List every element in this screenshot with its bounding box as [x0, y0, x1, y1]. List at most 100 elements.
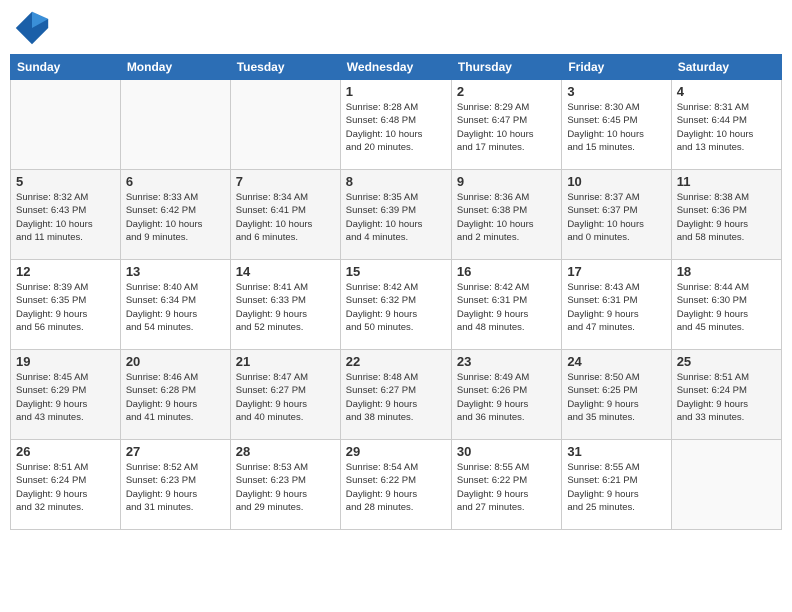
calendar-week-row: 1Sunrise: 8:28 AM Sunset: 6:48 PM Daylig…: [11, 80, 782, 170]
day-number: 31: [567, 444, 665, 459]
day-number: 3: [567, 84, 665, 99]
calendar-cell: [120, 80, 230, 170]
weekday-header-sunday: Sunday: [11, 55, 121, 80]
day-info: Sunrise: 8:31 AM Sunset: 6:44 PM Dayligh…: [677, 101, 776, 154]
day-number: 19: [16, 354, 115, 369]
day-number: 1: [346, 84, 446, 99]
calendar-cell: 14 Sunrise: 8:41 AM Sunset: 6:33 PM Dayli…: [230, 260, 340, 350]
calendar-cell: 18 Sunrise: 8:44 AM Sunset: 6:30 PM Dayli…: [671, 260, 781, 350]
calendar-cell: 8Sunrise: 8:35 AM Sunset: 6:39 PM Daylig…: [340, 170, 451, 260]
calendar-cell: 28 Sunrise: 8:53 AM Sunset: 6:23 PM Dayli…: [230, 440, 340, 530]
day-info: Sunrise: 8:42 AM Sunset: 6:31 PM Dayligh…: [457, 281, 556, 334]
day-number: 10: [567, 174, 665, 189]
calendar-cell: 4 Sunrise: 8:31 AM Sunset: 6:44 PM Daylig…: [671, 80, 781, 170]
page-header: [10, 10, 782, 46]
day-info: Sunrise: 8:41 AM Sunset: 6:33 PM Dayligh…: [236, 281, 335, 334]
calendar-cell: 20 Sunrise: 8:46 AM Sunset: 6:28 PM Dayli…: [120, 350, 230, 440]
calendar-cell: [11, 80, 121, 170]
day-number: 21: [236, 354, 335, 369]
calendar-week-row: 19 Sunrise: 8:45 AM Sunset: 6:29 PM Dayli…: [11, 350, 782, 440]
weekday-header-tuesday: Tuesday: [230, 55, 340, 80]
calendar-cell: 5 Sunrise: 8:32 AM Sunset: 6:43 PM Daylig…: [11, 170, 121, 260]
calendar-cell: 27 Sunrise: 8:52 AM Sunset: 6:23 PM Dayli…: [120, 440, 230, 530]
day-number: 24: [567, 354, 665, 369]
day-info: Sunrise: 8:34 AM Sunset: 6:41 PM Dayligh…: [236, 191, 335, 244]
day-info: Sunrise: 8:42 AM Sunset: 6:32 PM Dayligh…: [346, 281, 446, 334]
calendar-cell: 26 Sunrise: 8:51 AM Sunset: 6:24 PM Dayli…: [11, 440, 121, 530]
day-info: Sunrise: 8:54 AM Sunset: 6:22 PM Dayligh…: [346, 461, 446, 514]
calendar-cell: 9 Sunrise: 8:36 AM Sunset: 6:38 PM Daylig…: [451, 170, 561, 260]
calendar-cell: 6 Sunrise: 8:33 AM Sunset: 6:42 PM Daylig…: [120, 170, 230, 260]
calendar-cell: 29 Sunrise: 8:54 AM Sunset: 6:22 PM Dayli…: [340, 440, 451, 530]
day-number: 20: [126, 354, 225, 369]
day-number: 26: [16, 444, 115, 459]
day-info: Sunrise: 8:44 AM Sunset: 6:30 PM Dayligh…: [677, 281, 776, 334]
day-info: Sunrise: 8:33 AM Sunset: 6:42 PM Dayligh…: [126, 191, 225, 244]
day-info: Sunrise: 8:45 AM Sunset: 6:29 PM Dayligh…: [16, 371, 115, 424]
day-number: 29: [346, 444, 446, 459]
day-number: 28: [236, 444, 335, 459]
calendar-cell: 16 Sunrise: 8:42 AM Sunset: 6:31 PM Dayli…: [451, 260, 561, 350]
weekday-header-thursday: Thursday: [451, 55, 561, 80]
calendar-cell: 7 Sunrise: 8:34 AM Sunset: 6:41 PM Daylig…: [230, 170, 340, 260]
weekday-header-saturday: Saturday: [671, 55, 781, 80]
calendar-cell: 15 Sunrise: 8:42 AM Sunset: 6:32 PM Dayli…: [340, 260, 451, 350]
day-info: Sunrise: 8:39 AM Sunset: 6:35 PM Dayligh…: [16, 281, 115, 334]
day-info: Sunrise: 8:47 AM Sunset: 6:27 PM Dayligh…: [236, 371, 335, 424]
calendar-cell: 22 Sunrise: 8:48 AM Sunset: 6:27 PM Dayli…: [340, 350, 451, 440]
day-number: 7: [236, 174, 335, 189]
day-number: 9: [457, 174, 556, 189]
day-number: 18: [677, 264, 776, 279]
calendar-cell: 25Sunrise: 8:51 AM Sunset: 6:24 PM Dayli…: [671, 350, 781, 440]
calendar-cell: 13 Sunrise: 8:40 AM Sunset: 6:34 PM Dayli…: [120, 260, 230, 350]
calendar-cell: 3 Sunrise: 8:30 AM Sunset: 6:45 PM Daylig…: [562, 80, 671, 170]
day-info: Sunrise: 8:46 AM Sunset: 6:28 PM Dayligh…: [126, 371, 225, 424]
day-info: Sunrise: 8:55 AM Sunset: 6:21 PM Dayligh…: [567, 461, 665, 514]
day-number: 13: [126, 264, 225, 279]
day-number: 2: [457, 84, 556, 99]
day-info: Sunrise: 8:48 AM Sunset: 6:27 PM Dayligh…: [346, 371, 446, 424]
day-info: Sunrise: 8:29 AM Sunset: 6:47 PM Dayligh…: [457, 101, 556, 154]
day-info: Sunrise: 8:36 AM Sunset: 6:38 PM Dayligh…: [457, 191, 556, 244]
day-number: 16: [457, 264, 556, 279]
day-number: 14: [236, 264, 335, 279]
day-number: 6: [126, 174, 225, 189]
calendar-table: SundayMondayTuesdayWednesdayThursdayFrid…: [10, 54, 782, 530]
calendar-cell: 30 Sunrise: 8:55 AM Sunset: 6:22 PM Dayli…: [451, 440, 561, 530]
day-number: 8: [346, 174, 446, 189]
logo: [14, 10, 54, 46]
day-number: 4: [677, 84, 776, 99]
calendar-cell: [230, 80, 340, 170]
weekday-header-friday: Friday: [562, 55, 671, 80]
calendar-cell: 24Sunrise: 8:50 AM Sunset: 6:25 PM Dayli…: [562, 350, 671, 440]
calendar-cell: 1Sunrise: 8:28 AM Sunset: 6:48 PM Daylig…: [340, 80, 451, 170]
day-info: Sunrise: 8:43 AM Sunset: 6:31 PM Dayligh…: [567, 281, 665, 334]
calendar-cell: 10 Sunrise: 8:37 AM Sunset: 6:37 PM Dayli…: [562, 170, 671, 260]
calendar-cell: 12Sunrise: 8:39 AM Sunset: 6:35 PM Dayli…: [11, 260, 121, 350]
day-info: Sunrise: 8:32 AM Sunset: 6:43 PM Dayligh…: [16, 191, 115, 244]
day-info: Sunrise: 8:40 AM Sunset: 6:34 PM Dayligh…: [126, 281, 225, 334]
day-info: Sunrise: 8:55 AM Sunset: 6:22 PM Dayligh…: [457, 461, 556, 514]
day-info: Sunrise: 8:52 AM Sunset: 6:23 PM Dayligh…: [126, 461, 225, 514]
calendar-week-row: 12Sunrise: 8:39 AM Sunset: 6:35 PM Dayli…: [11, 260, 782, 350]
day-info: Sunrise: 8:51 AM Sunset: 6:24 PM Dayligh…: [16, 461, 115, 514]
weekday-header-wednesday: Wednesday: [340, 55, 451, 80]
day-number: 15: [346, 264, 446, 279]
day-number: 27: [126, 444, 225, 459]
day-number: 11: [677, 174, 776, 189]
calendar-cell: 17 Sunrise: 8:43 AM Sunset: 6:31 PM Dayli…: [562, 260, 671, 350]
day-number: 5: [16, 174, 115, 189]
day-number: 30: [457, 444, 556, 459]
weekday-header-row: SundayMondayTuesdayWednesdayThursdayFrid…: [11, 55, 782, 80]
day-info: Sunrise: 8:53 AM Sunset: 6:23 PM Dayligh…: [236, 461, 335, 514]
calendar-week-row: 5 Sunrise: 8:32 AM Sunset: 6:43 PM Daylig…: [11, 170, 782, 260]
day-number: 22: [346, 354, 446, 369]
day-number: 23: [457, 354, 556, 369]
day-info: Sunrise: 8:37 AM Sunset: 6:37 PM Dayligh…: [567, 191, 665, 244]
day-info: Sunrise: 8:51 AM Sunset: 6:24 PM Dayligh…: [677, 371, 776, 424]
calendar-cell: 11Sunrise: 8:38 AM Sunset: 6:36 PM Dayli…: [671, 170, 781, 260]
day-info: Sunrise: 8:30 AM Sunset: 6:45 PM Dayligh…: [567, 101, 665, 154]
calendar-cell: 2 Sunrise: 8:29 AM Sunset: 6:47 PM Daylig…: [451, 80, 561, 170]
day-number: 17: [567, 264, 665, 279]
calendar-week-row: 26 Sunrise: 8:51 AM Sunset: 6:24 PM Dayli…: [11, 440, 782, 530]
